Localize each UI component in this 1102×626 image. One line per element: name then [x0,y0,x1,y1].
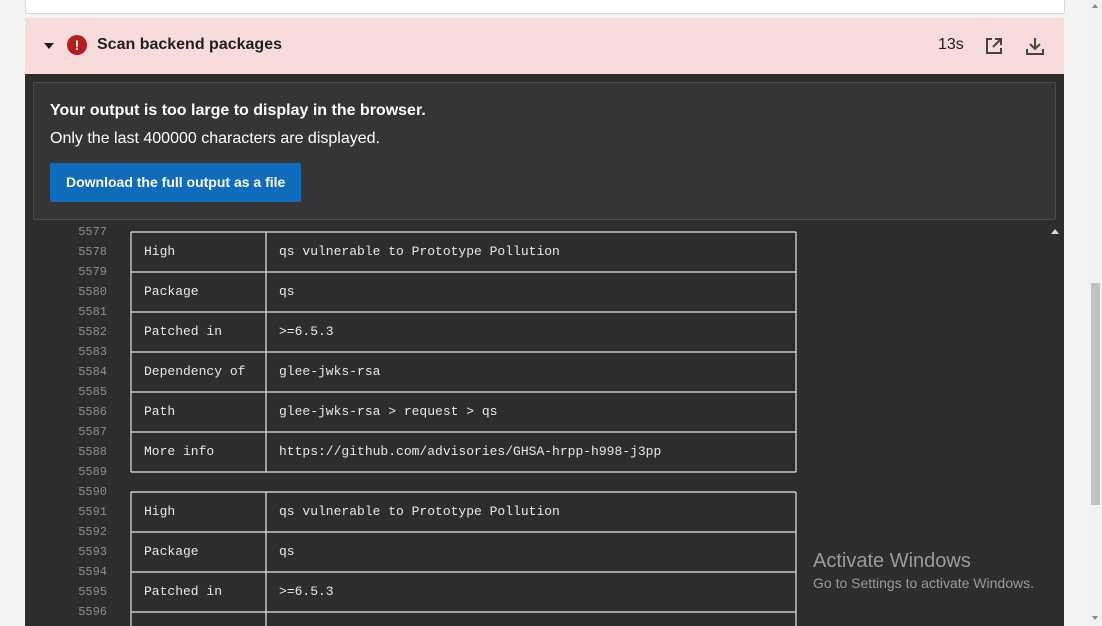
log-line: 5596 [25,602,1047,622]
line-number: 5596 [78,605,107,619]
log-line: 5582 Patched in >=6.5.3 [25,322,1047,342]
line-number: 5588 [78,445,107,459]
log-table-key: More info [144,444,215,459]
log-line: 5578 High qs vulnerable to Prototype Pollu… [25,242,1047,262]
step-title: Scan backend packages [97,36,282,53]
log-table-value: qs vulnerable to Prototype Pollution [279,504,560,519]
log-table-value: https://github.com/advisories/GHSA-hrpp-… [279,444,662,459]
log-table-value: >=6.5.3 [279,584,334,599]
log-line: 5588 More info https://github.com/advisori… [25,442,1047,462]
open-in-new-window-icon[interactable] [983,35,1005,57]
line-number: 5589 [78,465,107,479]
log-line: 5585 [25,382,1047,402]
log-table-value: qs [279,284,295,299]
download-full-output-button[interactable]: Download the full output as a file [50,163,302,202]
line-number: 5578 [78,245,107,259]
log-line: 5583 [25,342,1047,362]
download-icon[interactable] [1024,35,1046,57]
notice-body: Only the last 400000 characters are disp… [50,130,380,147]
page-scroll-up-arrow-icon[interactable] [1092,4,1098,8]
log-table-key: Package [144,284,199,299]
line-number: 5582 [78,325,107,339]
log-line: 5594 [25,562,1047,582]
output-too-large-notice: Your output is too large to display in t… [33,82,1056,220]
log-line: 5579 [25,262,1047,282]
log-line: 5590 [25,482,1047,502]
log-output[interactable]: 5577 5578 High qs vulnerable to Prototype P… [25,225,1047,626]
line-number: 5579 [78,265,107,279]
page-scrollbar[interactable] [1089,0,1102,626]
line-number: 5580 [78,285,107,299]
error-icon: ! [67,35,87,55]
chevron-down-icon[interactable] [44,43,54,49]
line-number: 5583 [78,345,107,359]
log-line: 5580 Package qs [25,282,1047,302]
log-table-value: qs vulnerable to Prototype Pollution [279,244,560,259]
log-table-key: Package [144,544,199,559]
log-line: 5591 High qs vulnerable to Prototype Pollu… [25,502,1047,522]
line-number: 5595 [78,585,107,599]
page-scroll-down-arrow-icon[interactable] [1092,616,1098,620]
previous-step-card [25,0,1065,14]
log-panel: Your output is too large to display in t… [25,74,1064,626]
log-table-key: Dependency of [144,364,246,379]
step-duration: 13s [938,36,964,53]
log-line: 5577 [25,225,1047,242]
log-line: 5586 Path glee-jwks-rsa > request > qs [25,402,1047,422]
log-table-value: glee-jwks-rsa [279,364,381,379]
log-line: 5587 [25,422,1047,442]
line-number: 5585 [78,385,107,399]
log-line: 5581 [25,302,1047,322]
log-table-value: >=6.5.3 [279,324,334,339]
log-line: 5593 Package qs [25,542,1047,562]
line-number: 5590 [78,485,107,499]
line-number: 5581 [78,305,107,319]
log-table-key: Path [144,404,176,419]
log-table-value: glee-jwks-rsa > request > qs [279,404,498,419]
line-number: 5584 [78,365,107,379]
log-line: 5595 Patched in >=6.5.3 [25,582,1047,602]
line-number: 5592 [78,525,107,539]
log-table-key: Patched in [144,584,223,599]
line-number: 5591 [78,505,107,519]
log-table-key: Patched in [144,324,223,339]
log-table-key: High [144,244,176,259]
log-table-key: High [144,504,176,519]
log-table-value: qs [279,544,295,559]
line-number: 5577 [78,225,107,239]
log-scrollbar[interactable] [1047,225,1064,626]
line-number: 5586 [78,405,107,419]
notice-title: Your output is too large to display in t… [50,102,426,119]
log-line: 5584 Dependency of glee-jwks-rsa [25,362,1047,382]
line-number: 5587 [78,425,107,439]
scroll-up-arrow-icon[interactable] [1051,229,1059,234]
line-number: 5594 [78,565,107,579]
log-line: 5589 [25,462,1047,482]
line-number: 5593 [78,545,107,559]
log-line: 5592 [25,522,1047,542]
page-scrollbar-thumb[interactable] [1091,283,1100,505]
step-header[interactable]: ! Scan backend packages 13s [25,18,1064,74]
